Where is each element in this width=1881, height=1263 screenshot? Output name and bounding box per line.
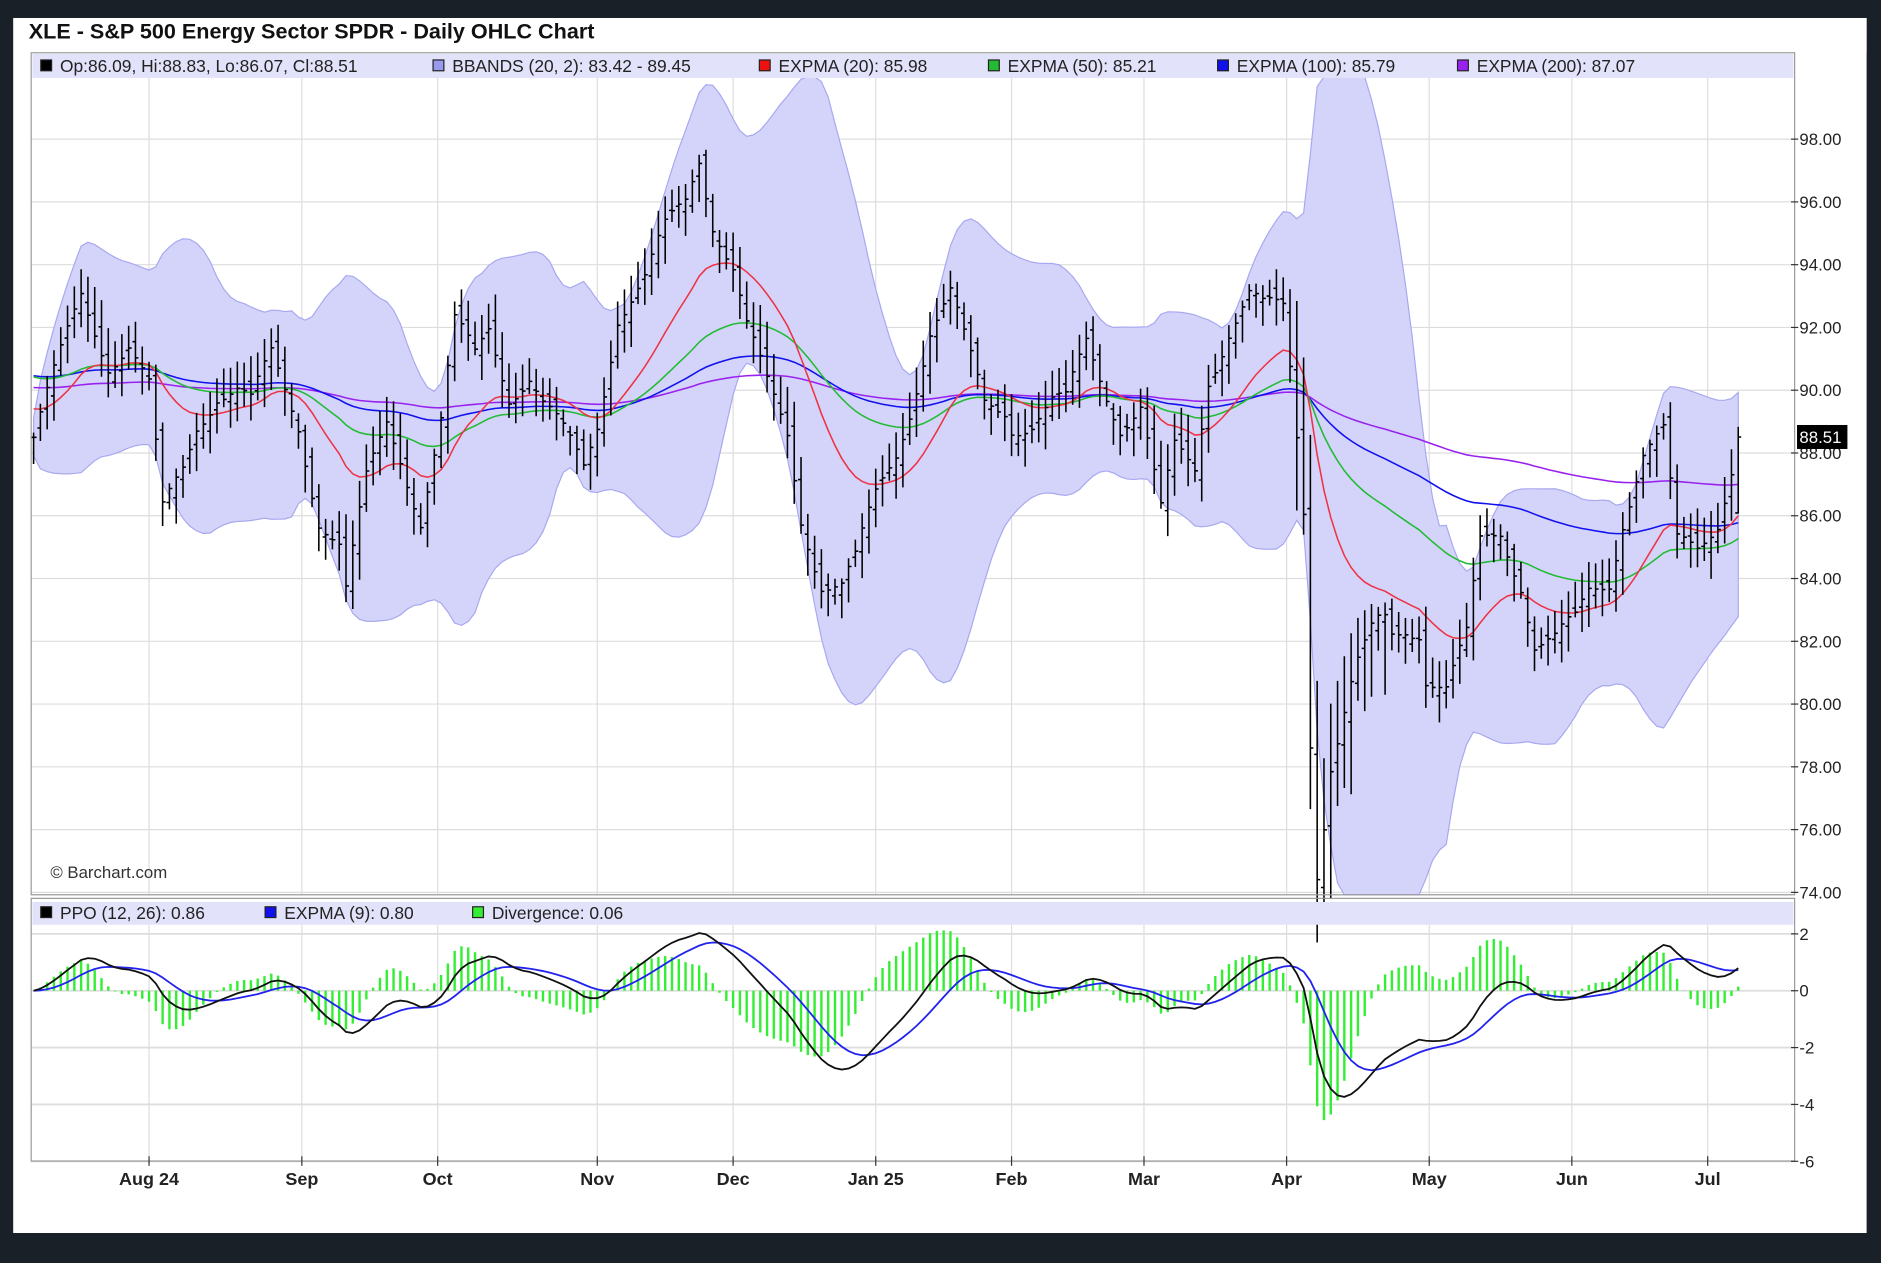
- legend-swatch: [264, 906, 277, 919]
- x-tick-label: Sep: [285, 1169, 318, 1189]
- ppo-tick-label: -4: [1799, 1095, 1814, 1114]
- legend-label: EXPMA (50): 85.21: [1008, 56, 1157, 76]
- x-tick-label: May: [1412, 1169, 1447, 1189]
- legend-label: PPO (12, 26): 0.86: [60, 903, 205, 923]
- x-tick-label: Apr: [1271, 1169, 1302, 1189]
- x-tick-label: Jun: [1556, 1169, 1588, 1189]
- legend-swatch: [1217, 59, 1230, 72]
- ppo-tick-label: -6: [1799, 1152, 1814, 1171]
- x-tick-label: Nov: [580, 1169, 614, 1189]
- x-tick-label: Jan 25: [848, 1169, 904, 1189]
- ppo-legend: PPO (12, 26): 0.86 EXPMA (9): 0.80 Diverge…: [40, 903, 623, 923]
- legend-label: BBANDS (20, 2): 83.42 - 89.45: [452, 56, 691, 76]
- ppo-tick-label: 0: [1799, 982, 1808, 1001]
- ohlc-chart: Op:86.09, Hi:88.83, Lo:86.07, Cl:88.51 BB…: [0, 0, 1881, 1263]
- y-tick-label: 98.00: [1799, 130, 1841, 149]
- legend-swatch: [987, 59, 1000, 72]
- chart-title: XLE - S&P 500 Energy Sector SPDR - Daily…: [29, 18, 595, 43]
- x-tick-label: Feb: [996, 1169, 1028, 1189]
- y-tick-label: 74.00: [1799, 883, 1841, 902]
- y-tick-label: 86.00: [1799, 507, 1841, 526]
- y-tick-label: 76.00: [1799, 821, 1841, 840]
- last-price-label: 88.51: [1799, 428, 1841, 447]
- watermark: © Barchart.com: [50, 863, 167, 882]
- ppo-tick-label: -2: [1799, 1039, 1814, 1058]
- legend-label: EXPMA (20): 85.98: [779, 56, 928, 76]
- ppo-tick-label: 2: [1799, 925, 1808, 944]
- y-tick-label: 94.00: [1799, 256, 1841, 275]
- x-tick-label: Oct: [423, 1169, 453, 1189]
- x-tick-label: Jul: [1695, 1169, 1721, 1189]
- y-tick-label: 80.00: [1799, 695, 1841, 714]
- legend-swatch: [40, 906, 53, 919]
- y-tick-label: 78.00: [1799, 758, 1841, 777]
- x-tick-label: Mar: [1128, 1169, 1160, 1189]
- y-tick-label: 82.00: [1799, 632, 1841, 651]
- legend-swatch: [472, 906, 485, 919]
- y-tick-label: 90.00: [1799, 381, 1841, 400]
- legend-swatch: [1456, 59, 1469, 72]
- legend-label: EXPMA (200): 87.07: [1477, 56, 1635, 76]
- legend-swatch: [432, 59, 445, 72]
- x-tick-label: Dec: [717, 1169, 750, 1189]
- legend-swatch: [40, 59, 53, 72]
- legend-label: Divergence: 0.06: [492, 903, 623, 923]
- legend-label: EXPMA (9): 0.80: [284, 903, 413, 923]
- y-tick-label: 96.00: [1799, 193, 1841, 212]
- y-tick-label: 92.00: [1799, 318, 1841, 337]
- x-tick-label: Aug 24: [119, 1169, 179, 1189]
- legend-label: EXPMA (100): 85.79: [1237, 56, 1395, 76]
- legend-label: Op:86.09, Hi:88.83, Lo:86.07, Cl:88.51: [60, 56, 358, 76]
- y-tick-label: 84.00: [1799, 570, 1841, 589]
- legend-swatch: [758, 59, 771, 72]
